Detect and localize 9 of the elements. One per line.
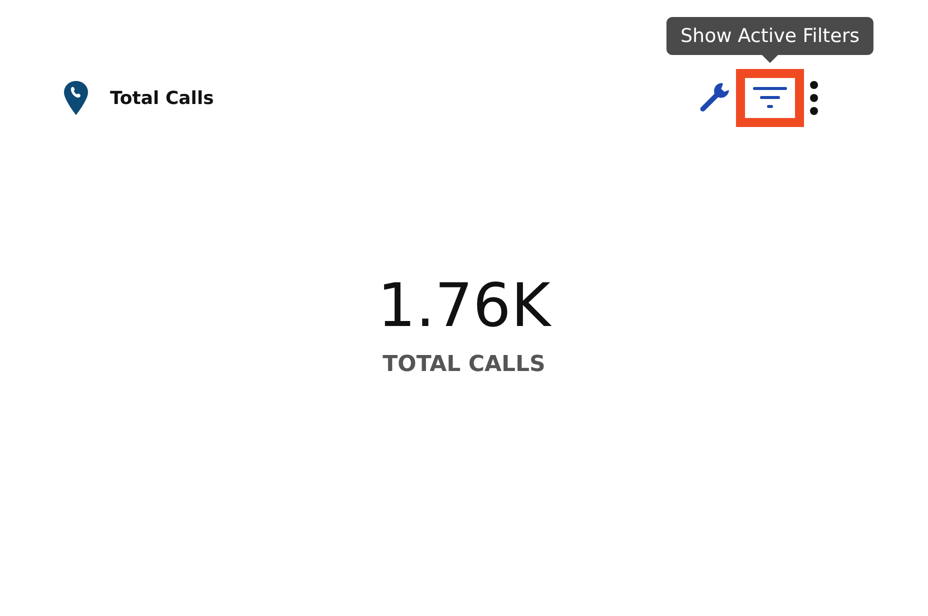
card-title: Total Calls xyxy=(110,88,214,108)
tooltip: Show Active Filters xyxy=(666,17,874,55)
filter-icon xyxy=(752,85,788,111)
tooltip-pointer xyxy=(762,55,778,63)
metric-value: 1.76K xyxy=(378,276,550,336)
metric-label: TOTAL CALLS xyxy=(382,352,546,377)
more-icon[interactable] xyxy=(808,80,820,116)
phone-pin-icon xyxy=(64,81,88,115)
filter-button[interactable] xyxy=(736,69,804,127)
